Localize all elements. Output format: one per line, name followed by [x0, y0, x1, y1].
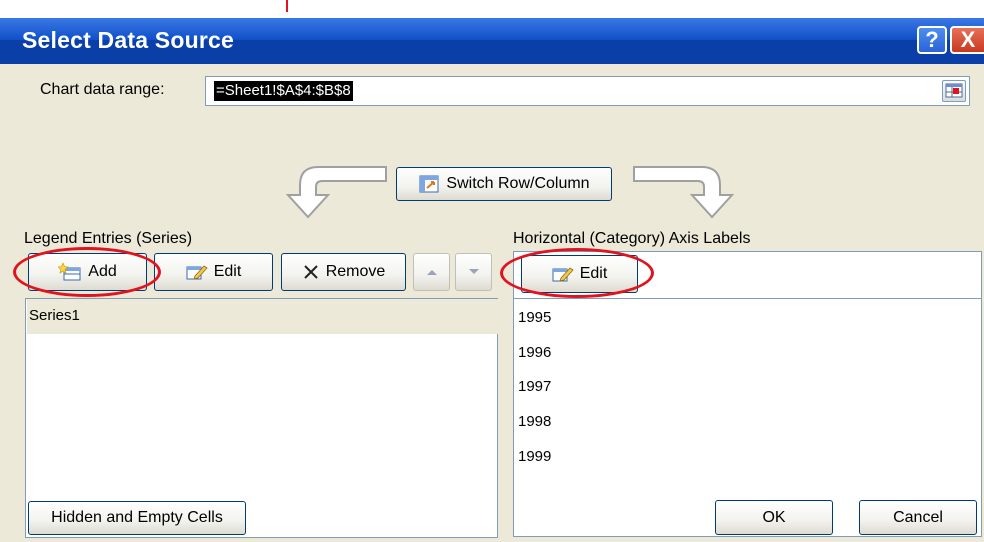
curved-arrow-left-icon [285, 166, 387, 219]
move-down-button[interactable] [455, 253, 492, 291]
hidden-empty-cells-label: Hidden and Empty Cells [51, 509, 223, 526]
cancel-label: Cancel [893, 508, 943, 526]
title-bar[interactable]: Select Data Source ? X [0, 18, 984, 64]
annotation-circle-edit-axis [500, 248, 654, 298]
axis-labels-heading: Horizontal (Category) Axis Labels [513, 230, 751, 247]
ok-button[interactable]: OK [715, 500, 833, 535]
remove-series-button[interactable]: Remove [281, 253, 406, 291]
chart-data-range-input[interactable]: =Sheet1!$A$4:$B$8 [205, 76, 970, 106]
list-item[interactable]: 1997 [518, 378, 551, 395]
close-icon[interactable]: X [950, 26, 984, 54]
edit-icon [186, 265, 208, 280]
dialog-title: Select Data Source [22, 27, 234, 53]
switch-row-column-label: Switch Row/Column [446, 175, 590, 192]
switch-row-column-icon [419, 175, 439, 193]
move-up-button[interactable] [413, 253, 450, 291]
curved-arrow-right-icon [633, 166, 735, 219]
series-name: Series1 [29, 307, 80, 324]
annotation-circle-add [13, 247, 161, 297]
ok-label: OK [762, 508, 786, 526]
list-item[interactable]: 1998 [518, 413, 551, 430]
hidden-empty-cells-button[interactable]: Hidden and Empty Cells [28, 501, 246, 535]
switch-row-column-button[interactable]: Switch Row/Column [396, 167, 612, 201]
annotation-pointer-mark [286, 0, 288, 12]
panel-divider [514, 298, 981, 299]
move-up-icon [426, 270, 437, 275]
cancel-button[interactable]: Cancel [859, 500, 977, 535]
list-item[interactable]: 1996 [518, 344, 551, 361]
dialog-body: Chart data range: =Sheet1!$A$4:$B$8 Swit… [0, 64, 984, 542]
edit-series-button[interactable]: Edit [154, 253, 273, 291]
help-icon[interactable]: ? [917, 26, 947, 54]
remove-label: Remove [325, 263, 386, 280]
list-item[interactable]: 1999 [518, 448, 551, 465]
range-picker-icon[interactable] [942, 80, 966, 102]
chart-data-range-label: Chart data range: [40, 81, 165, 98]
edit-series-label: Edit [213, 263, 242, 280]
legend-entries-heading: Legend Entries (Series) [24, 230, 193, 247]
move-down-icon [468, 269, 479, 274]
list-item[interactable]: 1995 [518, 309, 551, 326]
list-item[interactable]: Series1 [27, 299, 498, 334]
chart-data-range-value[interactable]: =Sheet1!$A$4:$B$8 [214, 81, 353, 101]
remove-x-icon [303, 265, 318, 279]
